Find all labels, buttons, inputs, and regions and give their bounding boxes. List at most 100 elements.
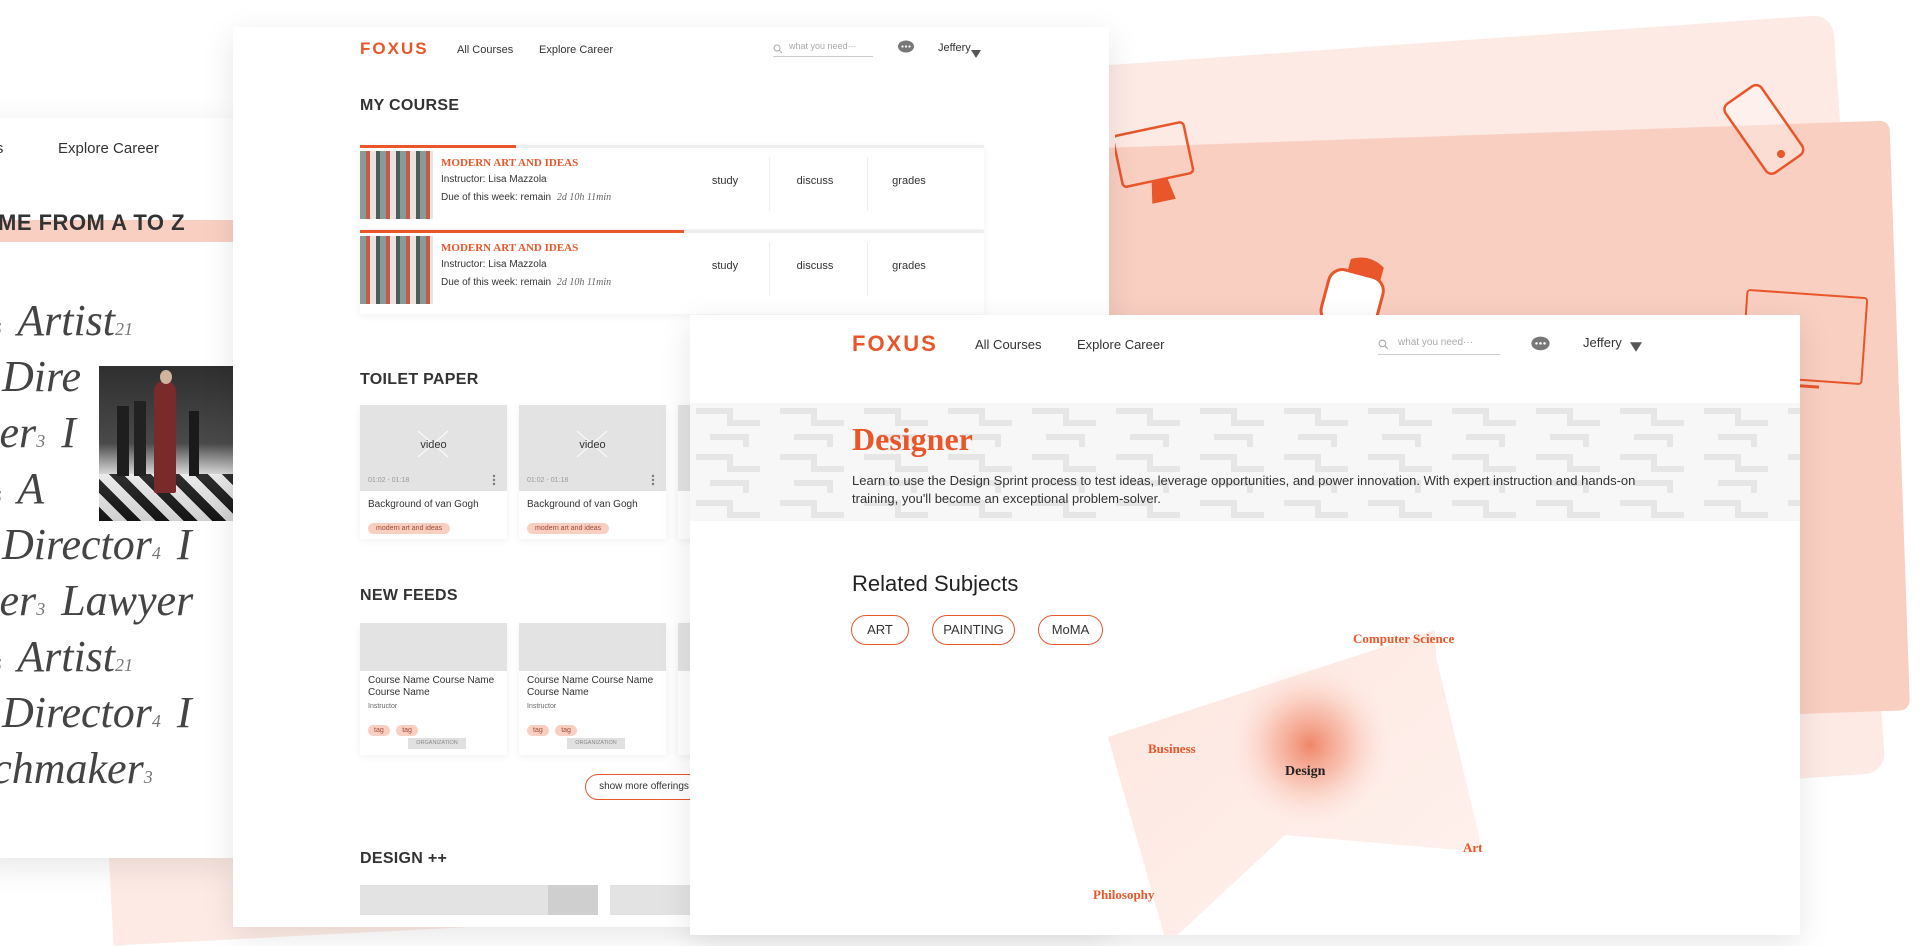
tag-pill[interactable]: tag <box>527 725 549 736</box>
feed-thumbnail <box>519 623 666 671</box>
logo[interactable]: FOXUS <box>360 39 429 59</box>
name-count: 3 <box>36 431 46 451</box>
monitor-icon <box>1115 118 1200 218</box>
feed-title[interactable]: Course Name Course Name Course Name <box>527 675 660 699</box>
tab-grades[interactable]: grades <box>874 175 944 187</box>
search-placeholder: what you need··· <box>1398 337 1474 348</box>
tab-study[interactable]: study <box>690 175 760 187</box>
nav-explore-career[interactable]: Explore Career <box>539 44 613 56</box>
tag-pill[interactable]: tag <box>396 725 418 736</box>
course-name[interactable]: MODERN ART AND IDEAS <box>441 157 578 169</box>
tab-discuss[interactable]: discuss <box>780 175 850 187</box>
course-due-label: Due of this week: remain <box>441 277 552 288</box>
section-title-toilet-paper: TOILET PAPER <box>360 371 479 388</box>
video-thumbnail[interactable]: video 01:02 - 01:18 <box>360 405 507 491</box>
more-vertical-icon[interactable] <box>651 473 655 491</box>
course-name[interactable]: MODERN ART AND IDEAS <box>441 242 578 254</box>
show-more-button[interactable]: show more offerings <box>585 774 703 800</box>
node-philosophy[interactable]: Philosophy <box>1093 887 1154 903</box>
chip-art[interactable]: ART <box>851 615 909 645</box>
more-vertical-icon[interactable] <box>492 473 496 491</box>
name-list-line: t6A <box>0 463 44 514</box>
course-instructor: Instructor: Lisa Mazzola <box>441 174 547 185</box>
name-list-line: t6Artist21 <box>0 295 133 346</box>
node-design[interactable]: Design <box>1285 764 1325 780</box>
page-title: Designer <box>852 421 973 457</box>
chip-painting[interactable]: PAINTING <box>932 615 1015 645</box>
name-word: ker <box>0 576 37 625</box>
chat-icon[interactable] <box>1530 336 1551 357</box>
video-card[interactable]: video 01:02 - 01:18 Background of van Go… <box>519 405 666 539</box>
name-list-line: ker3 Lawyer <box>0 575 193 626</box>
nav-explore-career[interactable]: Explore Career <box>58 140 159 157</box>
name-word: Dire <box>2 352 82 401</box>
tag-pill[interactable]: tag <box>368 725 390 736</box>
name-word: Artist <box>17 296 116 345</box>
name-list-line: ker3I <box>0 407 76 458</box>
name-word: Director <box>2 520 152 569</box>
course-due: Due of this week: remain 2d 10h 11min <box>441 277 611 288</box>
name-list-line: Director4 I <box>2 519 192 570</box>
name-word: tchmaker <box>0 744 144 793</box>
progress-fill <box>360 230 684 233</box>
feed-title[interactable]: Course Name Course Name Course Name <box>368 675 501 699</box>
user-name[interactable]: Jeffery <box>938 42 971 54</box>
feed-tags: tag tag <box>527 719 577 737</box>
feed-card[interactable]: Course Name Course Name Course Name Inst… <box>519 623 666 755</box>
name-count: 21 <box>115 655 134 675</box>
node-art[interactable]: Art <box>1463 840 1483 856</box>
chat-icon[interactable] <box>897 40 915 59</box>
nav-explore-career[interactable]: Explore Career <box>1077 337 1164 352</box>
course-card[interactable]: MODERN ART AND IDEAS Instructor: Lisa Ma… <box>360 230 984 314</box>
name-count: 6 <box>0 487 1 507</box>
graph-center-glow <box>1228 663 1392 827</box>
caret-down-icon[interactable] <box>971 45 981 63</box>
video-title[interactable]: Background of van Gogh <box>527 499 638 510</box>
name-list-line: t6Artist21 <box>0 631 133 682</box>
course-thumbnail <box>360 151 433 219</box>
org-tag: ORGANIZATION <box>567 738 625 749</box>
tab-grades[interactable]: grades <box>874 260 944 272</box>
name-word: ker <box>0 408 37 457</box>
user-name[interactable]: Jeffery <box>1583 335 1622 350</box>
name-count: 3 <box>143 767 153 787</box>
org-tag: ORGANIZATION <box>408 738 466 749</box>
name-word: Lawyer <box>61 576 194 625</box>
video-time: 01:02 - 01:18 <box>527 477 569 484</box>
video-thumbnail[interactable]: video 01:02 - 01:18 <box>519 405 666 491</box>
logo[interactable]: FOXUS <box>852 331 938 357</box>
feed-card[interactable]: Course Name Course Name Course Name Inst… <box>360 623 507 755</box>
name-word: I <box>61 408 76 457</box>
tag-pill[interactable]: tag <box>555 725 577 736</box>
course-due-time: 2d 10h 11min <box>556 192 612 203</box>
course-thumbnail <box>360 236 433 304</box>
tablet-icon <box>1718 80 1808 180</box>
nav-all-courses[interactable]: All Courses <box>975 337 1041 352</box>
fashion-photo <box>99 366 233 521</box>
divider <box>867 157 868 211</box>
video-tag: modern art and ideas <box>527 517 610 535</box>
video-card[interactable]: video 01:02 - 01:18 Background of van Go… <box>360 405 507 539</box>
search-input[interactable]: what you need··· <box>773 40 873 57</box>
section-title-new-feeds: NEW FEEDS <box>360 587 458 604</box>
name-list-line: Director4 I <box>2 687 192 738</box>
nav-all-courses[interactable]: All Courses <box>457 44 513 56</box>
node-business[interactable]: Business <box>1148 741 1196 757</box>
video-label: video <box>579 439 606 451</box>
search-input[interactable]: what you need··· <box>1378 334 1500 355</box>
video-title[interactable]: Background of van Gogh <box>368 499 479 510</box>
tab-discuss[interactable]: discuss <box>780 260 850 272</box>
course-card[interactable]: MODERN ART AND IDEAS Instructor: Lisa Ma… <box>360 145 984 229</box>
nav-all-courses-partial[interactable]: ses <box>0 140 3 157</box>
course-due-time: 2d 10h 11min <box>556 277 612 288</box>
tag-pill: modern art and ideas <box>368 523 451 534</box>
left-screen: ses Explore Career ME FROM A TO Z t6Arti… <box>0 118 233 858</box>
divider <box>769 242 770 296</box>
name-word: Artist <box>17 632 116 681</box>
name-count: 6 <box>0 655 1 675</box>
name-word: Director <box>2 688 152 737</box>
node-computer-science[interactable]: Computer Science <box>1353 631 1454 647</box>
tab-study[interactable]: study <box>690 260 760 272</box>
caret-down-icon[interactable] <box>1630 339 1642 357</box>
tag-pill: modern art and ideas <box>527 523 610 534</box>
